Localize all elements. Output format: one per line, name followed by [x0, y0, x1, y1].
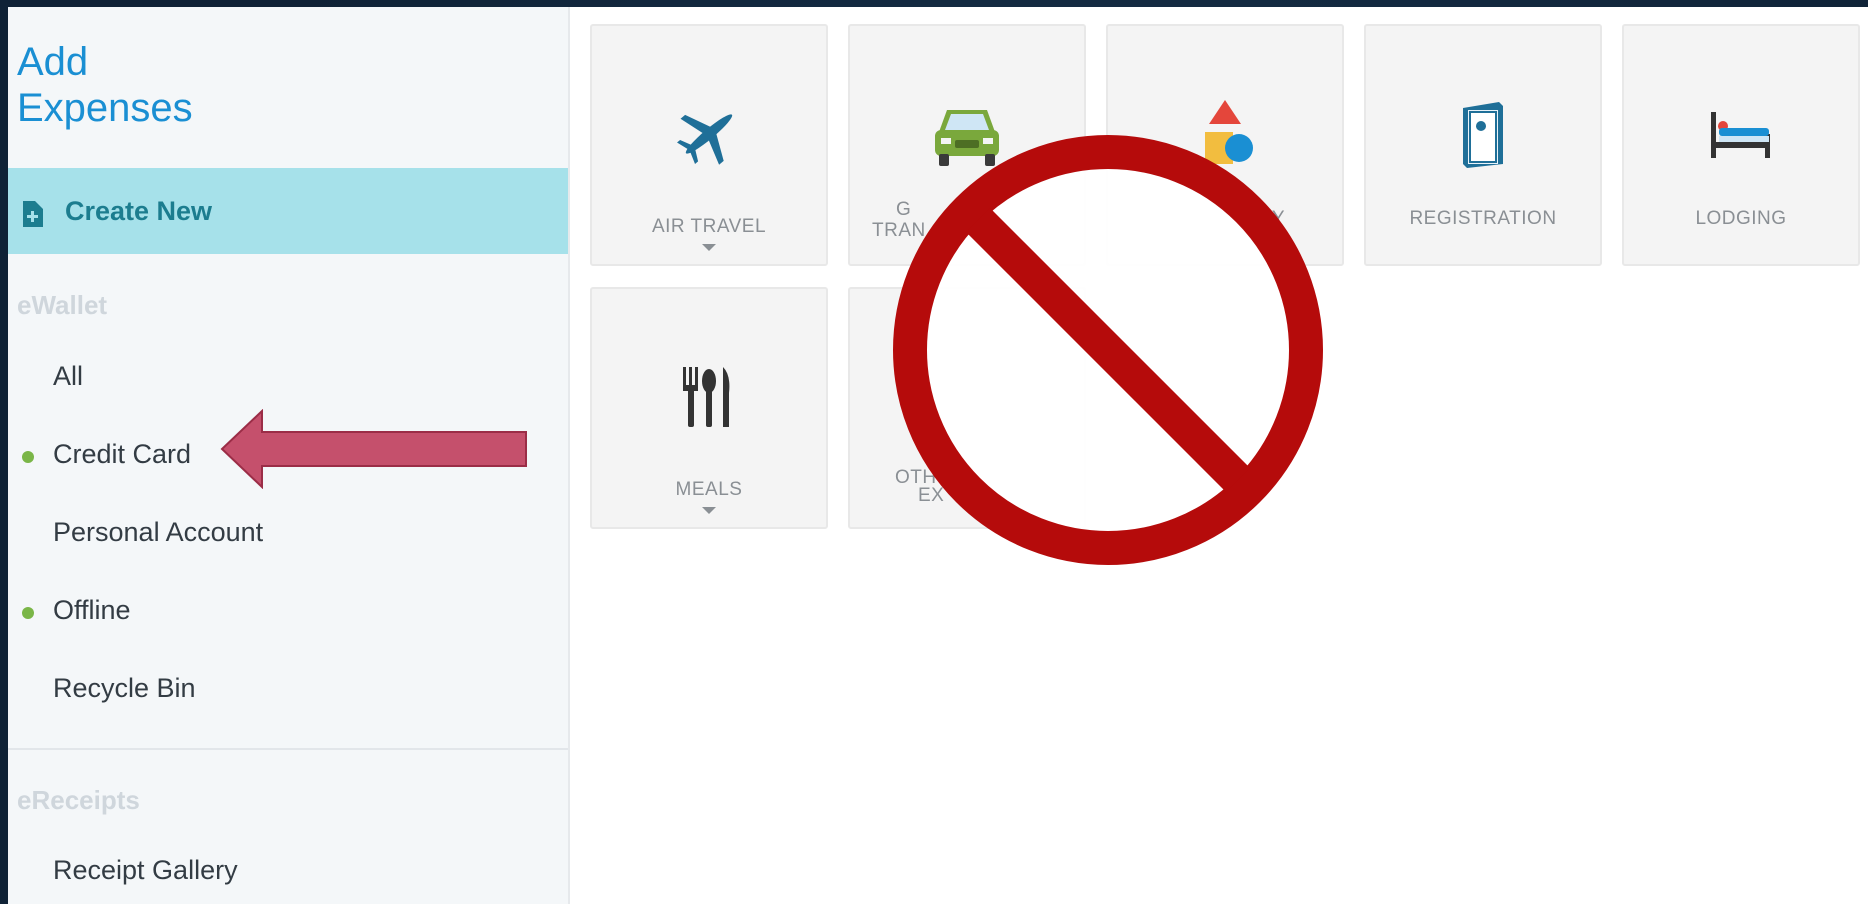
sidebar-item-label: Credit Card: [53, 439, 192, 469]
sidebar-item-personal-account[interactable]: Personal Account: [8, 503, 568, 563]
sidebar-item-label: Receipt Gallery: [53, 855, 238, 885]
ewallet-section-heading: eWallet: [17, 290, 108, 320]
utensils-icon: [683, 367, 730, 427]
sidebar-item-receipt-gallery[interactable]: Receipt Gallery: [8, 841, 568, 901]
status-dot: [22, 607, 34, 619]
create-new-label: Create New: [65, 196, 213, 226]
bed-icon: [1711, 112, 1770, 158]
create-new-button[interactable]: Create New: [8, 168, 568, 254]
sidebar-item-label: Recycle Bin: [53, 673, 196, 703]
ereceipts-section-heading: eReceipts: [17, 785, 140, 815]
tile-meals[interactable]: MEALS: [590, 287, 828, 529]
sidebar-divider: [8, 748, 568, 750]
sidebar-item-all[interactable]: All: [8, 347, 568, 407]
prohibited-icon: [893, 135, 1323, 565]
sidebar-item-offline[interactable]: Offline: [8, 581, 568, 641]
registration-icon: [1463, 102, 1503, 168]
expense-app: Add Expenses Create New eWallet All Cred…: [8, 7, 1868, 904]
tile-lodging[interactable]: LODGING: [1622, 24, 1860, 266]
tile-air-travel[interactable]: AIR TRAVEL: [590, 24, 828, 266]
sidebar-item-label: All: [53, 361, 84, 391]
airplane-icon: [677, 114, 733, 165]
tile-label: MEALS: [675, 479, 743, 500]
sidebar-item-recycle-bin[interactable]: Recycle Bin: [8, 659, 568, 719]
page-title: Add Expenses: [17, 40, 193, 130]
dropdown-caret-icon: [702, 507, 716, 514]
sidebar-item-label: Personal Account: [53, 517, 264, 547]
tile-label: LODGING: [1695, 208, 1787, 229]
status-dot: [22, 451, 34, 463]
sidebar-item-label: Offline: [53, 595, 131, 625]
new-document-icon: [23, 201, 43, 227]
tile-label: AIR TRAVEL: [651, 216, 767, 237]
dropdown-caret-icon: [702, 244, 716, 251]
tile-registration[interactable]: REGISTRATION: [1364, 24, 1602, 266]
tile-label: REGISTRATION: [1409, 208, 1557, 229]
left-arrow-icon: [220, 409, 527, 489]
